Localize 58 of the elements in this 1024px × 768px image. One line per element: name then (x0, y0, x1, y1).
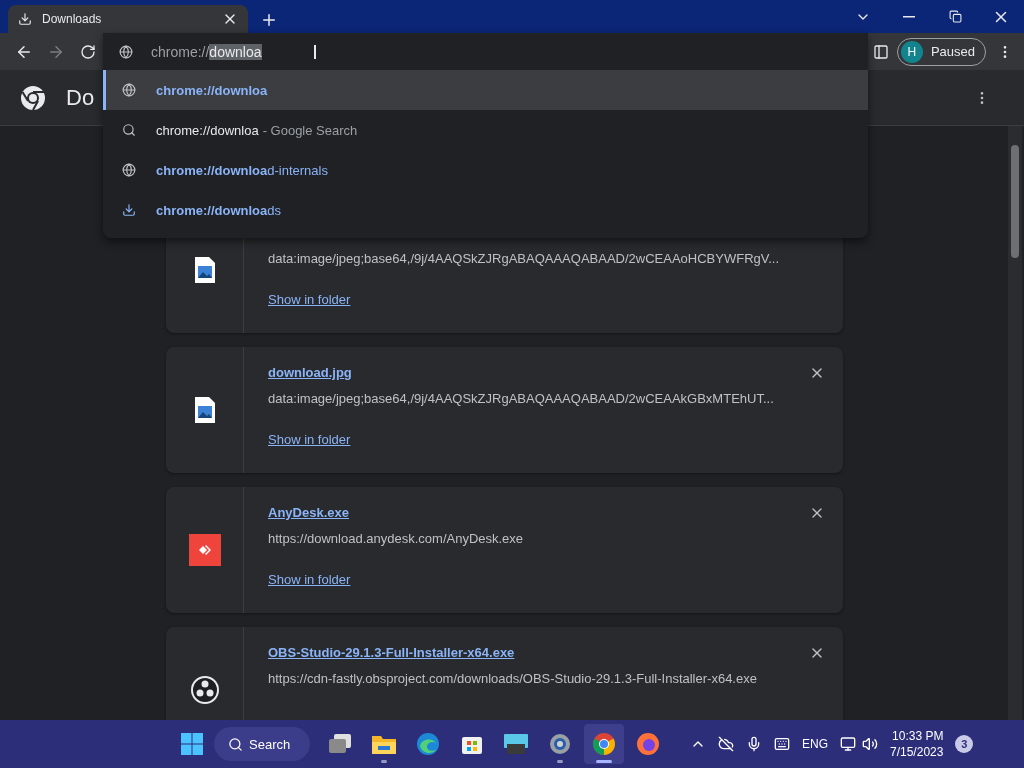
plus-icon (260, 11, 278, 29)
show-in-folder-link[interactable]: Show in folder (268, 572, 351, 587)
language-indicator[interactable]: ENG (802, 737, 828, 751)
suggestion-description: - Google Search (262, 122, 358, 138)
reload-icon (80, 43, 96, 60)
download-icon (122, 203, 136, 217)
anydesk-app-icon (188, 534, 221, 566)
file-url: data:image/jpeg;base64,/9j/4AAQSkZJRgABAQAAAQABAAD/2wCEAAkGBxMTEhUT... (268, 391, 775, 406)
show-in-folder-link[interactable]: Show in folder (268, 432, 351, 447)
folder-icon (371, 733, 397, 755)
image-file-icon (193, 396, 216, 424)
suggestion-item[interactable]: chrome://downloa (103, 70, 868, 110)
file-url: https://download.anydesk.com/AnyDesk.exe (268, 531, 525, 546)
suggestion-item[interactable]: chrome://downloads (103, 190, 868, 230)
windows-start-icon[interactable] (180, 732, 204, 756)
keyboard-icon[interactable] (774, 736, 790, 752)
file-name-link[interactable]: AnyDesk.exe (268, 505, 349, 521)
file-url: data:image/jpeg;base64,/9j/4AAQSkZJRgABAQAAAQABAAD/2wCEAAoHCBYWFRgV... (268, 251, 781, 266)
firefox-icon (636, 732, 660, 756)
globe-icon (119, 44, 133, 59)
volume-icon[interactable] (862, 736, 878, 752)
globe-icon (122, 163, 136, 177)
file-name-link[interactable]: download.jpg (268, 365, 352, 381)
suggestion-item[interactable]: chrome://downloa - Google Search (103, 110, 868, 150)
chrome-icon (592, 732, 616, 756)
network-icon[interactable] (840, 736, 856, 752)
remote-desktop-icon (503, 733, 529, 755)
side-panel-button[interactable] (872, 43, 889, 60)
task-view-icon (328, 733, 352, 755)
taskbar-search-button[interactable]: Search (214, 727, 310, 761)
download-icon (18, 12, 32, 26)
side-panel-icon (872, 43, 889, 60)
file-name-link[interactable]: OBS-Studio-29.1.3-Full-Installer-x64.exe (268, 645, 515, 661)
globe-icon (122, 83, 136, 97)
cloud-off-icon[interactable] (718, 736, 734, 752)
page-title: Do (66, 84, 95, 111)
taskbar-app-button[interactable] (584, 724, 624, 764)
profile-button[interactable]: H Paused (896, 37, 986, 66)
scrollbar[interactable] (1008, 126, 1022, 720)
file-url: https://cdn-fastly.obsproject.com/downloads/OBS-Studio-29.1.3-Full-Installer-x64.exe (268, 671, 758, 686)
suggestion-item[interactable]: chrome://download-internals (103, 150, 868, 190)
minimize-icon (903, 15, 915, 18)
show-in-folder-link[interactable]: Show in folder (268, 292, 351, 307)
edge-icon (416, 732, 440, 756)
microphone-icon[interactable] (746, 736, 762, 752)
image-file-icon (193, 256, 216, 284)
address-field[interactable]: chrome://downloa (103, 33, 868, 70)
tab-title: Downloads (42, 12, 103, 26)
restore-icon (948, 10, 962, 23)
notification-badge[interactable]: 3 (955, 735, 974, 753)
clock[interactable]: 10:33 PM 7/15/2023 (890, 728, 944, 760)
chrome-logo-icon (20, 84, 46, 111)
search-icon (122, 123, 136, 137)
settings-icon (548, 732, 572, 756)
search-icon (228, 736, 243, 752)
new-tab-button[interactable] (260, 11, 278, 29)
obs-app-icon (189, 675, 220, 705)
browser-tab[interactable]: Downloads (8, 5, 248, 33)
